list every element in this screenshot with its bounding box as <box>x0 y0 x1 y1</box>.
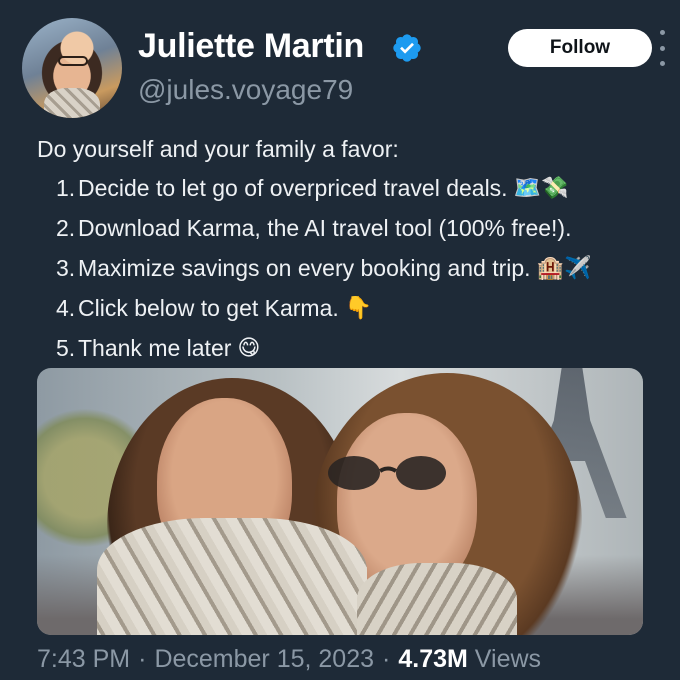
follow-button[interactable]: Follow <box>508 29 652 67</box>
user-handle[interactable]: @jules.voyage79 <box>138 73 353 107</box>
post-image[interactable] <box>37 368 643 635</box>
meta-separator: · <box>382 645 391 673</box>
pointing-down-emoji: 👇 <box>344 295 373 320</box>
list-item-text: Download Karma, the AI travel tool (100%… <box>78 215 572 241</box>
post-meta: 7:43 PM · December 15, 2023 · 4.73M Views <box>37 644 541 674</box>
more-dot <box>659 30 665 35</box>
list-item-number: 4. <box>56 295 76 321</box>
list-item-text: Thank me later <box>78 335 232 361</box>
list-item-number: 5. <box>56 335 76 361</box>
list-item-text: Decide to let go of overpriced travel de… <box>78 175 508 201</box>
meta-separator: · <box>138 645 147 673</box>
views-label: Views <box>474 645 542 673</box>
list-item: 3. Maximize savings on every booking and… <box>56 254 591 294</box>
avatar-scarf <box>44 88 100 118</box>
post-time[interactable]: 7:43 PM <box>37 645 130 673</box>
yum-face-emoji: 😋 <box>237 335 261 360</box>
person-right-scarf <box>357 563 517 635</box>
list-item-text: Maximize savings on every booking and tr… <box>78 255 531 281</box>
display-name[interactable]: Juliette Martin <box>138 26 364 66</box>
post-date[interactable]: December 15, 2023 <box>154 645 374 673</box>
list-item-text: Click below to get Karma. <box>78 295 339 321</box>
views-count: 4.73M <box>398 645 468 673</box>
post-intro: Do yourself and your family a favor: <box>37 136 399 162</box>
person-left-scarf <box>97 518 367 635</box>
hotel-plane-emoji: 🏨✈️ <box>536 255 592 280</box>
list-item: 4. Click below to get Karma. 👇 <box>56 294 591 334</box>
map-money-emoji: 🗺️💸 <box>513 175 569 200</box>
list-item-number: 1. <box>56 175 76 201</box>
more-vertical-icon[interactable] <box>657 30 667 66</box>
list-item-number: 3. <box>56 255 76 281</box>
avatar-glasses <box>58 56 88 66</box>
more-dot <box>659 61 665 66</box>
post-list: 1. Decide to let go of overpriced travel… <box>56 174 591 374</box>
list-item-number: 2. <box>56 215 76 241</box>
sunglasses <box>328 456 446 490</box>
list-item: 2. Download Karma, the AI travel tool (1… <box>56 214 591 254</box>
list-item: 1. Decide to let go of overpriced travel… <box>56 174 591 214</box>
verified-badge-icon <box>393 34 421 62</box>
avatar[interactable] <box>22 18 122 118</box>
more-dot <box>659 45 665 51</box>
